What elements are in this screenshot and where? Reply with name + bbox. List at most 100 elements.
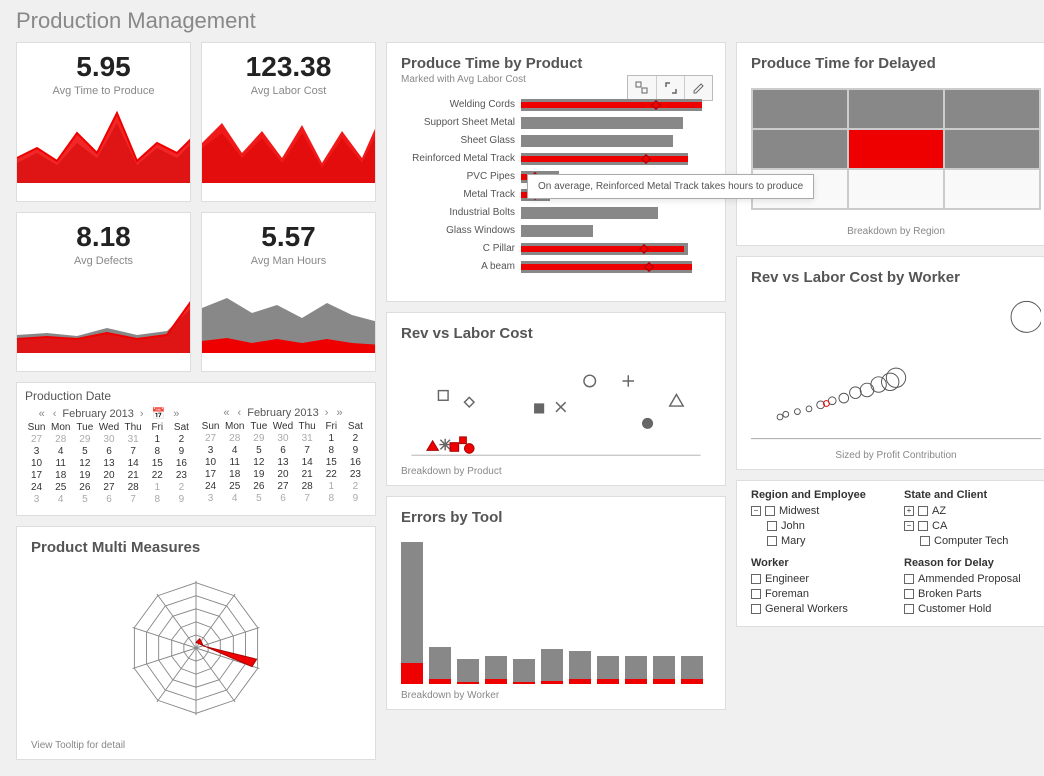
cal-day[interactable]: 11 xyxy=(223,457,246,468)
cal-day[interactable]: 22 xyxy=(320,469,343,480)
cal-day[interactable]: 8 xyxy=(320,445,343,456)
hbar-row[interactable]: Sheet Glass xyxy=(401,132,711,149)
cal-day[interactable]: 3 xyxy=(25,446,48,457)
cal-day[interactable]: 7 xyxy=(296,445,319,456)
cal-day[interactable]: 11 xyxy=(49,458,72,469)
cal-day[interactable]: 10 xyxy=(199,457,222,468)
cal-day[interactable]: 27 xyxy=(271,481,294,492)
cal-day[interactable]: 19 xyxy=(73,470,96,481)
kpi-avg-defects[interactable]: 8.18 Avg Defects xyxy=(16,212,191,372)
cal-day[interactable]: 5 xyxy=(73,446,96,457)
filter-item-ammended[interactable]: Ammended Proposal xyxy=(904,573,1041,585)
cal-day[interactable]: 21 xyxy=(296,469,319,480)
checkbox[interactable] xyxy=(918,521,928,531)
cal-day[interactable]: 27 xyxy=(97,482,120,493)
cal-day[interactable]: 15 xyxy=(146,458,169,469)
cal-day[interactable]: 17 xyxy=(199,469,222,480)
hbar-row[interactable]: Reinforced Metal Track xyxy=(401,150,711,167)
checkbox[interactable] xyxy=(918,506,928,516)
checkbox[interactable] xyxy=(920,536,930,546)
cal-day[interactable]: 18 xyxy=(49,470,72,481)
cal-day[interactable]: 24 xyxy=(199,481,222,492)
cal-day[interactable]: 2 xyxy=(344,481,367,492)
cal-day[interactable]: 20 xyxy=(271,469,294,480)
stack-bar[interactable] xyxy=(457,659,479,684)
cal-day[interactable]: 25 xyxy=(49,482,72,493)
stack-bar[interactable] xyxy=(541,649,563,684)
cal-next-month-icon[interactable]: › xyxy=(138,408,146,420)
stack-bar[interactable] xyxy=(429,647,451,684)
cal-day[interactable]: 9 xyxy=(170,494,193,505)
filter-item-comptech[interactable]: Computer Tech xyxy=(920,535,1041,547)
edit-button[interactable] xyxy=(684,76,712,100)
cal-day[interactable]: 7 xyxy=(122,446,145,457)
stack-bar[interactable] xyxy=(513,659,535,684)
cal-day[interactable]: 1 xyxy=(146,482,169,493)
kpi-avg-labor[interactable]: 123.38 Avg Labor Cost xyxy=(201,42,376,202)
filter-item-foreman[interactable]: Foreman xyxy=(751,588,888,600)
cal-day[interactable]: 21 xyxy=(122,470,145,481)
cal-day[interactable]: 2 xyxy=(170,482,193,493)
checkbox[interactable] xyxy=(904,604,914,614)
filter-item-mary[interactable]: Mary xyxy=(767,535,888,547)
cal-day[interactable]: 4 xyxy=(49,494,72,505)
cal-day[interactable]: 19 xyxy=(247,469,270,480)
cal-day[interactable]: 8 xyxy=(146,494,169,505)
cal-next-year-icon[interactable]: » xyxy=(334,407,344,419)
checkbox[interactable] xyxy=(751,604,761,614)
cal-day[interactable]: 5 xyxy=(73,494,96,505)
cal-day[interactable]: 12 xyxy=(247,457,270,468)
collapse-icon[interactable]: − xyxy=(751,506,761,516)
cal-prev-year-icon[interactable]: « xyxy=(37,408,47,420)
hbar-row[interactable]: Industrial Bolts xyxy=(401,204,711,221)
cal-day[interactable]: 27 xyxy=(25,434,48,445)
cal-day[interactable]: 23 xyxy=(344,469,367,480)
filter-item-engineer[interactable]: Engineer xyxy=(751,573,888,585)
cal-day[interactable]: 14 xyxy=(296,457,319,468)
cal-day[interactable]: 4 xyxy=(223,445,246,456)
cal-day[interactable]: 18 xyxy=(223,469,246,480)
calendar-icon[interactable]: 📅 xyxy=(150,407,168,420)
cal-day[interactable]: 23 xyxy=(170,470,193,481)
cal-day[interactable]: 28 xyxy=(296,481,319,492)
filter-item-midwest[interactable]: −Midwest xyxy=(751,505,888,517)
cal-day[interactable]: 6 xyxy=(97,446,120,457)
filter-item-ca[interactable]: −CA xyxy=(904,520,1041,532)
hbar-row[interactable]: C Pillar xyxy=(401,240,711,257)
stack-bar[interactable] xyxy=(485,656,507,684)
cal-next-year-icon[interactable]: » xyxy=(171,408,181,420)
cal-day[interactable]: 30 xyxy=(97,434,120,445)
filter-item-hold[interactable]: Customer Hold xyxy=(904,603,1041,615)
cal-day[interactable]: 13 xyxy=(271,457,294,468)
hbar-row[interactable]: Glass Windows xyxy=(401,222,711,239)
cal-prev-month-icon[interactable]: ‹ xyxy=(51,408,59,420)
cal-day[interactable]: 6 xyxy=(97,494,120,505)
filter-item-az[interactable]: +AZ xyxy=(904,505,1041,517)
stack-bar[interactable] xyxy=(681,656,703,684)
radar-chart[interactable] xyxy=(31,564,361,732)
cal-day[interactable]: 29 xyxy=(73,434,96,445)
cal-day[interactable]: 7 xyxy=(296,493,319,504)
cal-day[interactable]: 31 xyxy=(296,433,319,444)
cal-day[interactable]: 5 xyxy=(247,493,270,504)
kpi-avg-time[interactable]: 5.95 Avg Time to Produce xyxy=(16,42,191,202)
cal-day[interactable]: 12 xyxy=(73,458,96,469)
cal-day[interactable]: 26 xyxy=(73,482,96,493)
checkbox[interactable] xyxy=(751,589,761,599)
cal-day[interactable]: 4 xyxy=(223,493,246,504)
cal-day[interactable]: 8 xyxy=(320,493,343,504)
hbar-row[interactable]: Welding Cords xyxy=(401,96,711,113)
select-tool-button[interactable] xyxy=(628,76,656,100)
cal-day[interactable]: 2 xyxy=(344,433,367,444)
cal-day[interactable]: 7 xyxy=(122,494,145,505)
cal-day[interactable]: 10 xyxy=(25,458,48,469)
cal-day[interactable]: 17 xyxy=(25,470,48,481)
stack-bar[interactable] xyxy=(653,656,675,684)
bubble-chart[interactable] xyxy=(751,298,1041,444)
filter-item-general[interactable]: General Workers xyxy=(751,603,888,615)
kpi-avg-man-hours[interactable]: 5.57 Avg Man Hours xyxy=(201,212,376,372)
cal-day[interactable]: 28 xyxy=(49,434,72,445)
cal-day[interactable]: 4 xyxy=(49,446,72,457)
cal-day[interactable]: 16 xyxy=(344,457,367,468)
checkbox[interactable] xyxy=(767,536,777,546)
